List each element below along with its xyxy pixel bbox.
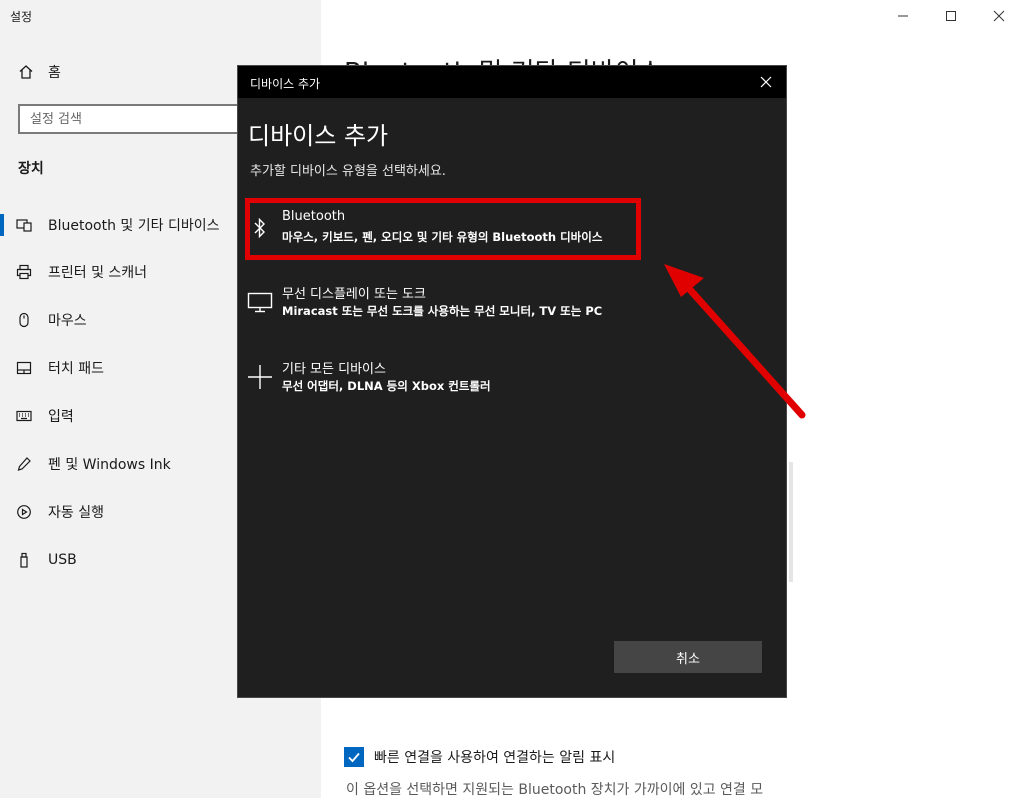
swift-pair-description: 이 옵션을 선택하면 지원되는 Bluetooth 장치가 가까이에 있고 연결…	[346, 782, 764, 798]
monitor-icon	[246, 288, 274, 316]
option-name: 기타 모든 디바이스	[282, 362, 386, 377]
pen-icon	[16, 456, 46, 472]
sidebar-item-label: 펜 및 Windows Ink	[48, 457, 171, 473]
dialog-heading: 디바이스 추가	[248, 122, 389, 150]
mouse-icon	[16, 312, 46, 328]
plus-icon	[246, 363, 274, 391]
usb-icon	[16, 552, 46, 568]
swift-pair-checkbox[interactable]	[344, 747, 364, 767]
dialog-subtitle: 추가할 디바이스 유형을 선택하세요.	[250, 164, 446, 179]
sidebar-item-typing[interactable]: 입력	[0, 401, 240, 431]
option-bluetooth[interactable]: Bluetooth 마우스, 키보드, 펜, 오디오 및 기타 유형의 Blue…	[244, 204, 639, 258]
autoplay-icon	[16, 504, 46, 520]
sidebar-item-usb[interactable]: USB	[0, 545, 240, 575]
home-icon	[19, 65, 33, 79]
option-description: Miracast 또는 무선 도크를 사용하는 무선 모니터, TV 또는 PC	[282, 304, 603, 318]
keyboard-icon	[16, 408, 46, 424]
app-title: 설정	[10, 10, 33, 24]
swift-pair-label: 빠른 연결을 사용하여 연결하는 알림 표시	[374, 750, 616, 766]
home-label: 홈	[48, 65, 61, 81]
add-device-dialog: 디바이스 추가 디바이스 추가 추가할 디바이스 유형을 선택하세요. Blue…	[237, 65, 787, 698]
sidebar-item-label: 자동 실행	[48, 505, 104, 521]
option-description: 마우스, 키보드, 펜, 오디오 및 기타 유형의 Bluetooth 디바이스	[282, 230, 603, 244]
search-input[interactable]	[20, 106, 256, 132]
dialog-title: 디바이스 추가	[250, 77, 321, 91]
maximize-button[interactable]	[927, 0, 975, 32]
maximize-icon	[946, 11, 956, 21]
sidebar-item-pen[interactable]: 펜 및 Windows Ink	[0, 449, 240, 479]
sidebar-item-autoplay[interactable]: 자동 실행	[0, 497, 240, 527]
close-icon	[760, 76, 772, 88]
home-link[interactable]: 홈	[18, 62, 61, 82]
section-title: 장치	[18, 161, 44, 177]
dialog-titlebar: 디바이스 추가	[238, 66, 786, 98]
cancel-button[interactable]: 취소	[614, 641, 762, 673]
sidebar-item-touchpad[interactable]: 터치 패드	[0, 353, 240, 383]
swift-pair-option[interactable]: 빠른 연결을 사용하여 연결하는 알림 표시	[344, 747, 615, 767]
option-name: Bluetooth	[282, 209, 346, 224]
window-controls	[879, 0, 1023, 32]
sidebar-item-label: 터치 패드	[48, 361, 104, 377]
sidebar-item-label: 입력	[48, 409, 74, 425]
search-box[interactable]	[18, 104, 258, 134]
touchpad-icon	[16, 360, 46, 376]
sidebar-item-label: USB	[48, 552, 77, 568]
printer-icon	[16, 264, 46, 280]
sidebar-item-label: 마우스	[48, 313, 87, 329]
sidebar-item-bluetooth[interactable]: Bluetooth 및 기타 디바이스	[0, 210, 240, 240]
scrollbar[interactable]	[789, 462, 793, 582]
sidebar-item-mouse[interactable]: 마우스	[0, 305, 240, 335]
sidebar-item-printers[interactable]: 프린터 및 스캐너	[0, 257, 240, 287]
option-wireless-display[interactable]: 무선 디스플레이 또는 도크 Miracast 또는 무선 도크를 사용하는 무…	[244, 278, 639, 332]
close-button[interactable]	[975, 0, 1023, 32]
dialog-close-button[interactable]	[758, 74, 774, 90]
close-icon	[993, 10, 1005, 22]
option-everything-else[interactable]: 기타 모든 디바이스 무선 어댑터, DLNA 등의 Xbox 컨트롤러	[244, 353, 639, 407]
option-description: 무선 어댑터, DLNA 등의 Xbox 컨트롤러	[282, 379, 491, 393]
bluetooth-icon	[246, 214, 274, 242]
checkmark-icon	[348, 752, 360, 763]
bluetooth-devices-icon	[16, 217, 46, 233]
sidebar-item-label: Bluetooth 및 기타 디바이스	[48, 218, 220, 234]
minimize-icon	[898, 15, 908, 17]
option-name: 무선 디스플레이 또는 도크	[282, 287, 426, 302]
sidebar-item-label: 프린터 및 스캐너	[48, 265, 148, 281]
minimize-button[interactable]	[879, 0, 927, 32]
